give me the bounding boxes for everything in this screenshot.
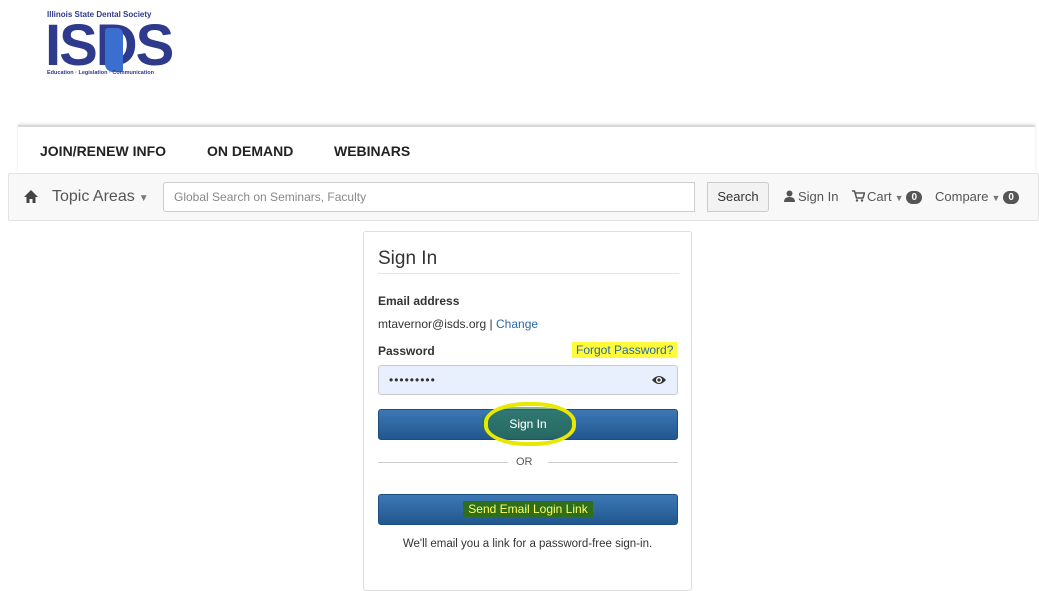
cart-label: Cart [867,189,892,204]
divider [378,273,679,274]
cart-dropdown[interactable]: Cart ▼ 0 [852,189,923,204]
search-navbar: Topic Areas▼ Search Sign In Cart▼0 Compa… [8,173,1039,221]
panel-title: Sign In [378,248,438,269]
chevron-down-icon: ▼ [894,193,904,203]
search-button[interactable]: Search [707,182,769,212]
nav-join-renew-info[interactable]: JOIN/RENEW INFO [40,143,166,159]
email-separator: | [486,317,497,331]
compare-dropdown[interactable]: Compare ▼ 0 [935,189,1019,204]
divider [548,462,678,463]
compare-count-badge: 0 [1003,191,1019,204]
compare-label: Compare [935,189,989,204]
chevron-down-icon: ▼ [138,193,149,204]
email-value-line: mtavernor@isds.org | Change [378,317,538,331]
topic-areas-label: Topic Areas [52,188,135,205]
global-search-input[interactable] [163,182,695,212]
nav-on-demand[interactable]: ON DEMAND [207,143,293,159]
password-field[interactable]: ••••••••• [378,365,678,395]
cart-count-badge: 0 [906,191,923,204]
top-navigation: JOIN/RENEW INFO ON DEMAND WEBINARS [18,125,1035,173]
password-free-note: We'll email you a link for a password-fr… [402,538,653,550]
sign-in-button-label: Sign In [509,417,547,431]
isds-logo[interactable]: Illinois State Dental Society ISDS Educa… [45,10,174,80]
sign-in-label: Sign In [798,189,839,204]
forgot-password-link[interactable]: Forgot Password? [572,342,678,358]
user-icon [784,190,795,202]
divider [378,462,508,463]
home-icon[interactable] [23,189,39,204]
chevron-down-icon: ▼ [991,193,1001,203]
topic-areas-dropdown[interactable]: Topic Areas ▼ [52,188,149,206]
cart-icon [852,190,865,202]
email-label: Email address [378,294,460,308]
eye-icon[interactable] [651,374,667,386]
send-email-login-link-label: Send Email Login Link [463,501,593,517]
logo-tagline: Education · Legislation · Communication [47,70,154,76]
sign-in-panel: Sign In Email address mtavernor@isds.org… [363,231,692,591]
sign-in-button-text-layer[interactable]: Sign In [378,409,678,440]
password-mask: ••••••••• [389,373,436,387]
change-email-link[interactable]: Change [496,317,538,331]
sign-in-link[interactable]: Sign In [784,189,838,204]
email-value: mtavernor@isds.org [378,317,487,331]
or-separator: OR [516,456,533,468]
send-email-login-link-button[interactable]: Send Email Login Link [378,494,678,525]
password-label: Password [378,344,435,358]
nav-webinars[interactable]: WEBINARS [334,143,410,159]
illinois-state-icon [105,28,123,72]
